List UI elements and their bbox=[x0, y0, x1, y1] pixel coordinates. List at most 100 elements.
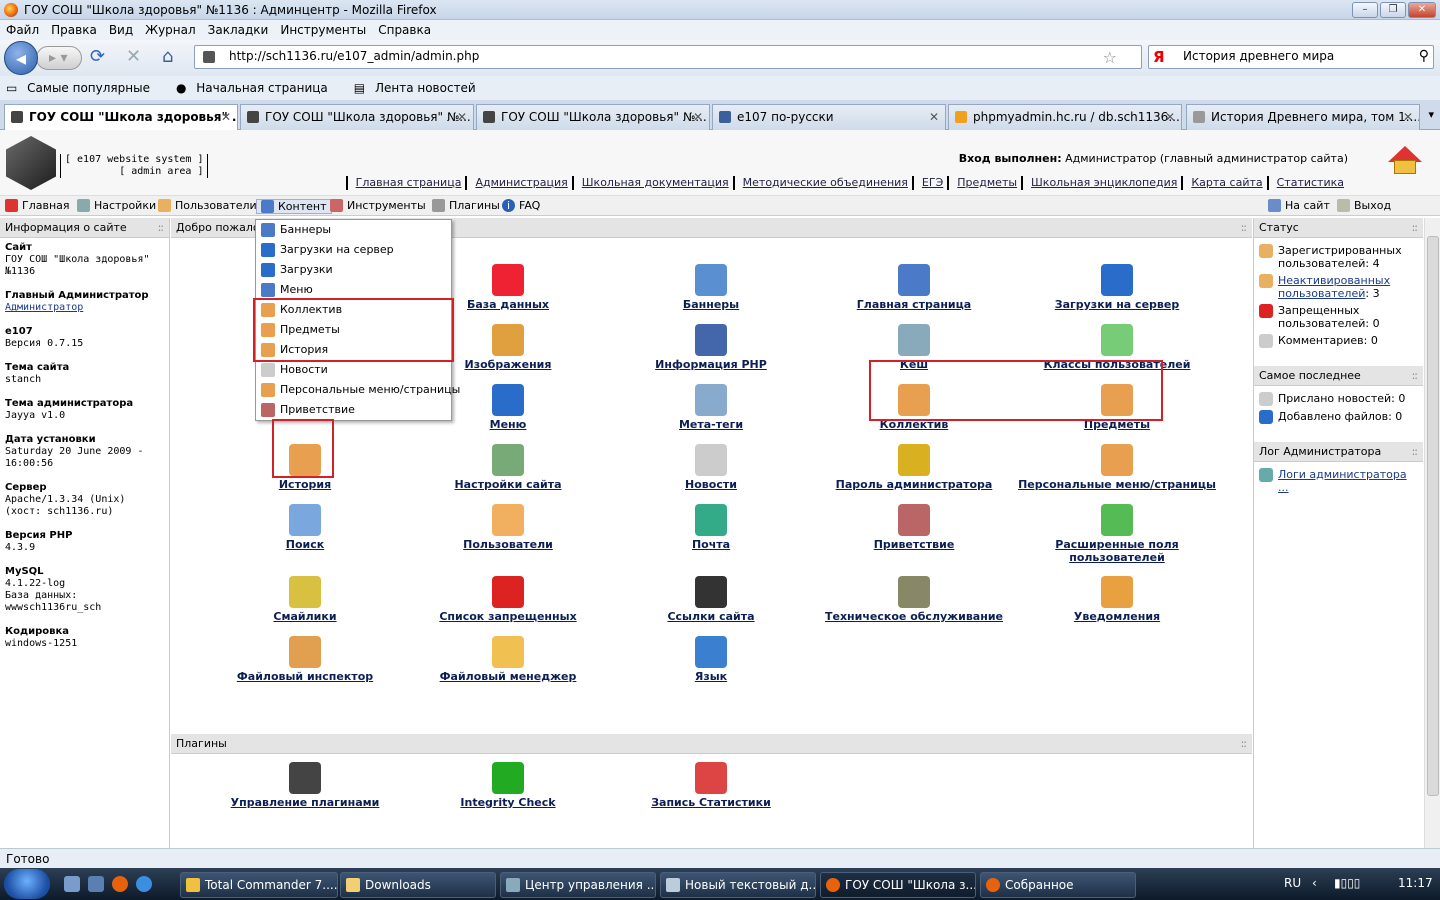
home-icon[interactable]: ⌂ bbox=[162, 48, 173, 66]
bookmark-star-icon[interactable]: ☆ bbox=[1103, 48, 1117, 67]
admin-icon-10[interactable]: Мета-теги bbox=[611, 384, 811, 431]
tray-icons[interactable]: ▮▯▯▯ bbox=[1334, 876, 1360, 890]
link-administration[interactable]: Администрация bbox=[465, 176, 571, 190]
scrollbar-thumb[interactable] bbox=[1427, 236, 1439, 796]
admin-icon-25[interactable]: Ссылки сайта bbox=[611, 576, 811, 623]
admin-icon-23[interactable]: Смайлики bbox=[205, 576, 405, 623]
menu-edit[interactable]: Правка bbox=[51, 23, 97, 37]
tab-6[interactable]: История Древнего мира, том 1.... ✕ bbox=[1186, 104, 1420, 130]
admin-icon-29[interactable]: Файловый менеджер bbox=[408, 636, 608, 683]
admin-icon-15[interactable]: Новости bbox=[611, 444, 811, 491]
tab-4[interactable]: e107 по-русски ✕ bbox=[712, 104, 946, 130]
tab-close-icon[interactable]: ✕ bbox=[457, 105, 467, 129]
admin-icon-4[interactable]: Загрузки на сервер bbox=[1017, 264, 1217, 311]
admin-icon-14[interactable]: Настройки сайта bbox=[408, 444, 608, 491]
link-subjects[interactable]: Предметы bbox=[947, 176, 1021, 190]
admin-icon-22[interactable]: Расширенные поля пользователей bbox=[1017, 504, 1217, 564]
bookmark-news-feed[interactable]: ▤ Лента новостей bbox=[354, 81, 486, 95]
tray-expand-icon[interactable]: ‹ bbox=[1312, 876, 1317, 890]
menu-tools[interactable]: Инструменты bbox=[280, 23, 366, 37]
link-method-groups[interactable]: Методические объединения bbox=[732, 176, 912, 190]
bookmark-start-page[interactable]: ● Начальная страница bbox=[176, 81, 338, 95]
link-statistics[interactable]: Статистика bbox=[1266, 176, 1348, 190]
nav-settings[interactable]: Настройки bbox=[77, 199, 156, 212]
tab-close-icon[interactable]: ✕ bbox=[929, 105, 939, 129]
language-indicator[interactable]: RU bbox=[1284, 876, 1301, 890]
admin-icon-6[interactable]: Информация PHP bbox=[611, 324, 811, 371]
site-identity-icon[interactable] bbox=[203, 51, 215, 63]
url-input[interactable] bbox=[229, 49, 1089, 63]
link-sitemap[interactable]: Карта сайта bbox=[1181, 176, 1266, 190]
back-button[interactable]: ◂ bbox=[4, 41, 38, 75]
admin-icon-19[interactable]: Пользователи bbox=[408, 504, 608, 551]
ie-icon[interactable] bbox=[136, 876, 152, 892]
admin-icon-30[interactable]: Язык bbox=[611, 636, 811, 683]
taskbar-notepad[interactable]: Новый текстовый д... bbox=[660, 872, 816, 898]
stop-icon[interactable]: ✕ bbox=[126, 48, 141, 66]
admin-icon-21[interactable]: Приветствие bbox=[814, 504, 1014, 551]
minimize-button[interactable]: – bbox=[1352, 2, 1378, 18]
plugin-icon-1[interactable]: Управление плагинами bbox=[205, 762, 405, 809]
link-home[interactable]: Главная страница bbox=[345, 176, 466, 190]
link-encyclopedia[interactable]: Школьная энциклопедия bbox=[1021, 176, 1181, 190]
admin-icon-2[interactable]: Баннеры bbox=[611, 264, 811, 311]
close-button[interactable]: ✕ bbox=[1408, 2, 1436, 18]
taskbar-firefox[interactable]: ГОУ СОШ "Школа з... bbox=[820, 872, 976, 898]
nav-users[interactable]: Пользователи bbox=[158, 199, 257, 212]
explorer-icon[interactable] bbox=[88, 876, 104, 892]
tab-close-icon[interactable]: ✕ bbox=[221, 105, 231, 129]
url-bar[interactable]: ☆ bbox=[194, 45, 1142, 69]
nav-plugins[interactable]: Плагины bbox=[432, 199, 500, 212]
admin-icon-28[interactable]: Файловый инспектор bbox=[205, 636, 405, 683]
admin-icon-24[interactable]: Список запрещенных bbox=[408, 576, 608, 623]
nav-main[interactable]: Главная bbox=[5, 199, 70, 212]
tab-close-icon[interactable]: ✕ bbox=[1165, 105, 1175, 129]
reload-icon[interactable]: ⟳ bbox=[90, 48, 105, 66]
taskbar-collected[interactable]: Собранное bbox=[980, 872, 1136, 898]
dropdown-item-4[interactable]: Меню bbox=[256, 280, 451, 300]
search-bar[interactable]: Я ⚲ bbox=[1148, 45, 1434, 69]
forward-button[interactable]: ▸ ▾ bbox=[36, 46, 82, 70]
dropdown-item-3[interactable]: Загрузки bbox=[256, 260, 451, 280]
tab-close-icon[interactable]: ✕ bbox=[1403, 105, 1413, 129]
menu-bookmarks[interactable]: Закладки bbox=[208, 23, 269, 37]
search-input[interactable] bbox=[1183, 49, 1413, 63]
nav-tools[interactable]: Инструменты bbox=[330, 199, 426, 212]
show-desktop-icon[interactable] bbox=[64, 876, 80, 892]
menu-help[interactable]: Справка bbox=[378, 23, 431, 37]
tab-3[interactable]: ГОУ СОШ "Школа здоровья" №... ✕ bbox=[476, 104, 710, 130]
admin-log-link[interactable]: Логи администратора ... bbox=[1278, 468, 1418, 494]
admin-icon-16[interactable]: Пароль администратора bbox=[814, 444, 1014, 491]
page-scrollbar[interactable] bbox=[1424, 218, 1440, 848]
tab-close-icon[interactable]: ✕ bbox=[693, 105, 703, 129]
plugin-icon-2[interactable]: Integrity Check bbox=[408, 762, 608, 809]
dropdown-item-1[interactable]: Баннеры bbox=[256, 220, 451, 240]
admin-icon-3[interactable]: Главная страница bbox=[814, 264, 1014, 311]
nav-logout[interactable]: Выход bbox=[1337, 199, 1391, 212]
maximize-button[interactable]: ❐ bbox=[1380, 2, 1406, 18]
firefox-icon[interactable] bbox=[112, 876, 128, 892]
dropdown-item-9[interactable]: Персональные меню/страницы bbox=[256, 380, 460, 400]
admin-icon-17[interactable]: Персональные меню/страницы bbox=[1017, 444, 1217, 491]
menu-view[interactable]: Вид bbox=[109, 23, 133, 37]
link-school-docs[interactable]: Школьная документация bbox=[571, 176, 733, 190]
admin-icon-18[interactable]: Поиск bbox=[205, 504, 405, 551]
tab-1[interactable]: ГОУ СОШ "Школа здоровья" ... ✕ bbox=[4, 104, 238, 130]
dropdown-item-2[interactable]: Загрузки на сервер bbox=[256, 240, 451, 260]
taskbar-total-commander[interactable]: Total Commander 7.... bbox=[180, 872, 338, 898]
admin-icon-27[interactable]: Уведомления bbox=[1017, 576, 1217, 623]
yandex-icon[interactable]: Я bbox=[1153, 48, 1165, 66]
admin-icon-20[interactable]: Почта bbox=[611, 504, 811, 551]
tab-2[interactable]: ГОУ СОШ "Школа здоровья" №... ✕ bbox=[240, 104, 474, 130]
bookmark-popular[interactable]: ▭ Самые популярные bbox=[6, 81, 160, 95]
menu-history[interactable]: Журнал bbox=[145, 23, 196, 37]
search-icon[interactable]: ⚲ bbox=[1419, 48, 1429, 64]
plugin-icon-3[interactable]: Запись Статистики bbox=[611, 762, 811, 809]
link-ege[interactable]: ЕГЭ bbox=[911, 176, 947, 190]
nav-to-site[interactable]: На сайт bbox=[1268, 199, 1330, 212]
admin-icon-26[interactable]: Техническое обслуживание bbox=[814, 576, 1014, 623]
clock[interactable]: 11:17 bbox=[1398, 876, 1433, 890]
tab-list-button[interactable]: ▾ bbox=[1428, 108, 1434, 121]
nav-content[interactable]: Контент bbox=[256, 199, 332, 214]
taskbar-control-center[interactable]: Центр управления ... bbox=[500, 872, 656, 898]
